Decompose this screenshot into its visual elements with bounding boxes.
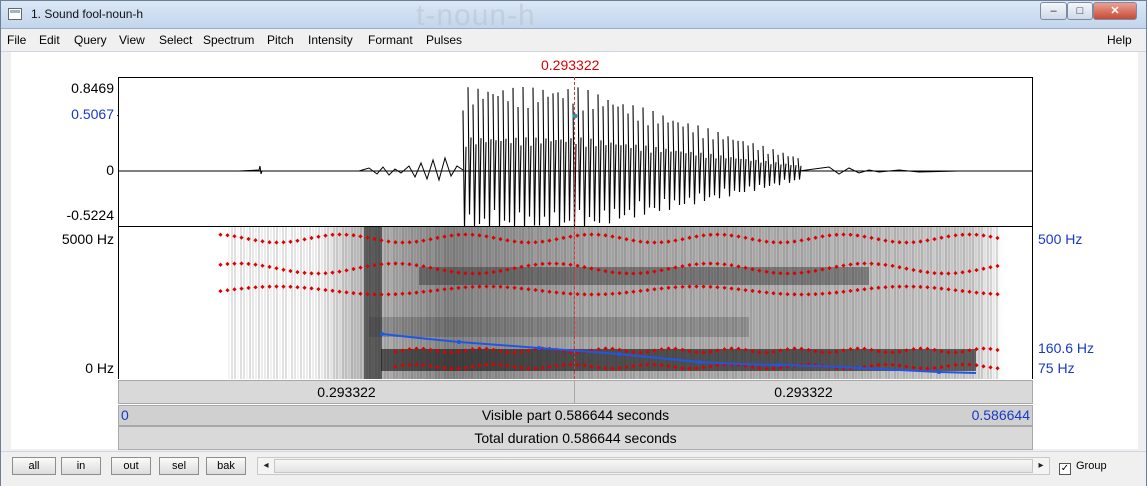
visible-part-label: Visible part 0.586644 seconds: [481, 407, 670, 423]
minimize-button[interactable]: –: [1040, 2, 1067, 20]
zoom-back-button[interactable]: bak: [206, 457, 246, 475]
waveform-graphic: [119, 86, 1032, 230]
menu-spectrum[interactable]: Spectrum: [203, 33, 254, 47]
pitch-value-label: 160.6 Hz: [1038, 340, 1095, 356]
menu-view[interactable]: View: [119, 33, 145, 47]
total-duration-label: Total duration 0.586644 seconds: [474, 430, 677, 446]
cursor-time-label: 0.293322: [541, 57, 600, 73]
close-button[interactable]: ✕: [1093, 2, 1137, 20]
scroll-right-arrow-icon[interactable]: ▸: [1033, 458, 1049, 474]
waveform-panel[interactable]: [118, 77, 1033, 230]
right-segment-duration[interactable]: 0.293322: [575, 381, 1032, 403]
menu-query[interactable]: Query: [74, 33, 107, 47]
zoom-in-button[interactable]: in: [61, 457, 101, 475]
visible-part-bar[interactable]: 0 Visible part 0.586644 seconds 0.586644: [118, 405, 1033, 426]
spectrogram-panel[interactable]: [118, 227, 1033, 379]
bottom-toolbar: all in out sel bak ◂ ▸ ✓ Group: [1, 451, 1146, 486]
spectrogram-max-frequency-label: 5000 Hz: [61, 231, 114, 247]
menu-formant[interactable]: Formant: [368, 33, 413, 47]
visible-end-time: 0.586644: [971, 407, 1030, 423]
title-bar[interactable]: 1. Sound fool-noun-h t-noun-h – □ ✕: [1, 0, 1146, 32]
menu-select[interactable]: Select: [159, 33, 192, 47]
wave-ymin-label: -0.5224: [66, 207, 114, 223]
menu-intensity[interactable]: Intensity: [308, 33, 353, 47]
menu-file[interactable]: File: [7, 33, 26, 47]
scroll-left-arrow-icon[interactable]: ◂: [258, 458, 274, 474]
zoom-out-button[interactable]: out: [111, 457, 151, 475]
group-checkbox[interactable]: ✓: [1059, 463, 1071, 475]
window-title: 1. Sound fool-noun-h: [31, 7, 144, 21]
menu-edit[interactable]: Edit: [39, 33, 60, 47]
spectrogram-min-frequency-label: 0 Hz: [85, 360, 114, 376]
group-label: Group: [1076, 460, 1107, 472]
menu-pitch[interactable]: Pitch: [267, 33, 294, 47]
time-selection-bar[interactable]: 0.293322 0.293322: [118, 380, 1033, 404]
menu-help[interactable]: Help: [1107, 33, 1132, 47]
menu-bar: File Edit Query View Select Spectrum Pit…: [1, 29, 1146, 52]
cursor-line[interactable]: [574, 77, 575, 379]
spectrogram-graphic: [119, 227, 1032, 379]
scroll-thumb[interactable]: [274, 459, 1033, 473]
window-app-icon: [8, 8, 22, 20]
wave-cursor-amplitude-label: 0.5067: [71, 106, 114, 122]
pitch-min-label: 75 Hz: [1038, 360, 1075, 376]
zoom-all-button[interactable]: all: [12, 457, 56, 475]
wave-zero-label: 0: [106, 162, 114, 178]
zoom-selection-button[interactable]: sel: [159, 457, 199, 475]
horizontal-scrollbar[interactable]: ◂ ▸: [257, 457, 1050, 475]
wave-ymax-label: 0.8469: [71, 80, 114, 96]
menu-pulses[interactable]: Pulses: [426, 33, 462, 47]
total-duration-bar[interactable]: Total duration 0.586644 seconds: [118, 426, 1033, 450]
pitch-max-label: 500 Hz: [1038, 231, 1083, 247]
praat-window: 1. Sound fool-noun-h t-noun-h – □ ✕ File…: [0, 0, 1147, 486]
maximize-button[interactable]: □: [1067, 2, 1093, 20]
group-toggle[interactable]: ✓ Group: [1059, 460, 1107, 475]
left-segment-duration[interactable]: 0.293322: [119, 381, 575, 403]
